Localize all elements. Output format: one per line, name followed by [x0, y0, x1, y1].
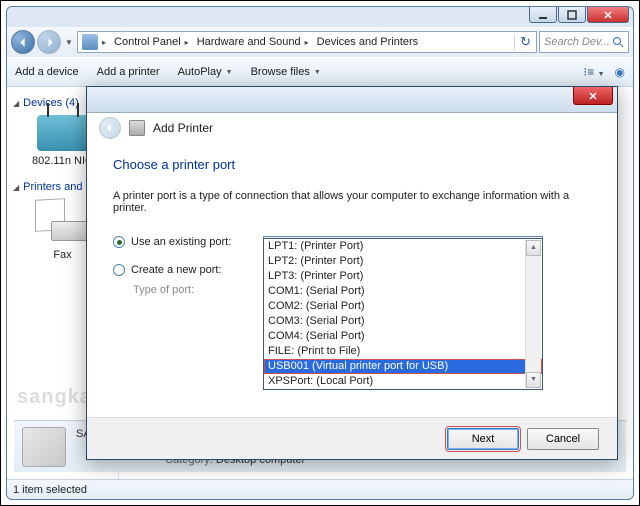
location-icon	[82, 34, 98, 50]
router-icon	[37, 115, 89, 151]
create-new-port-label: Create a new port:	[131, 264, 222, 276]
scroll-down-button[interactable]: ▼	[526, 372, 541, 388]
port-option[interactable]: USB001 (Virtual printer port for USB)	[264, 359, 542, 374]
maximize-button[interactable]	[558, 7, 586, 23]
add-printer-button[interactable]: Add a printer	[97, 66, 160, 78]
search-icon	[612, 36, 624, 48]
fax-icon	[35, 199, 91, 245]
window-titlebar	[7, 7, 633, 27]
nav-bar: ▼ ▸ Control Panel▸ Hardware and Sound▸ D…	[7, 27, 633, 57]
dialog-heading: Choose a printer port	[113, 157, 591, 172]
dialog-title: Add Printer	[153, 121, 213, 135]
crumb-hardware-sound[interactable]: Hardware and Sound	[197, 36, 301, 48]
refresh-button[interactable]: ↻	[514, 34, 536, 50]
close-button[interactable]	[587, 7, 629, 23]
port-option[interactable]: XPSPort: (Local Port)	[264, 374, 542, 389]
cancel-button[interactable]: Cancel	[527, 428, 599, 450]
help-button[interactable]: ◉	[615, 65, 625, 79]
status-bar: 1 item selected	[7, 479, 633, 499]
search-placeholder: Search Dev...	[544, 36, 610, 48]
port-option[interactable]: LPT1: (Printer Port)	[264, 239, 542, 254]
port-option[interactable]: COM4: (Serial Port)	[264, 329, 542, 344]
port-option[interactable]: COM1: (Serial Port)	[264, 284, 542, 299]
create-new-port-radio[interactable]	[113, 264, 125, 276]
browse-files-button[interactable]: Browse files▼	[251, 66, 321, 78]
add-device-button[interactable]: Add a device	[15, 66, 79, 78]
port-option[interactable]: LPT3: (Printer Port)	[264, 269, 542, 284]
port-option[interactable]: COM3: (Serial Port)	[264, 314, 542, 329]
forward-button[interactable]	[37, 30, 61, 54]
view-options-button[interactable]: ⁝≡ ▼	[583, 65, 604, 79]
minimize-button[interactable]	[529, 7, 557, 23]
crumb-devices-printers[interactable]: Devices and Printers	[317, 36, 419, 48]
port-option[interactable]: COM2: (Serial Port)	[264, 299, 542, 314]
type-of-port-label: Type of port:	[113, 284, 263, 296]
port-option[interactable]: LPT2: (Printer Port)	[264, 254, 542, 269]
add-printer-dialog: Add Printer Choose a printer port A prin…	[86, 86, 618, 460]
status-text: 1 item selected	[13, 484, 87, 496]
port-listbox[interactable]: LPT1: (Printer Port)LPT2: (Printer Port)…	[263, 238, 543, 390]
use-existing-port-radio[interactable]	[113, 236, 125, 248]
dialog-back-button[interactable]	[99, 117, 121, 139]
use-existing-port-label: Use an existing port:	[131, 236, 231, 248]
nav-history-dropdown[interactable]: ▼	[63, 38, 75, 47]
back-button[interactable]	[11, 30, 35, 54]
scroll-up-button[interactable]: ▲	[526, 240, 541, 256]
search-input[interactable]: Search Dev...	[539, 31, 629, 53]
breadcrumb[interactable]: ▸ Control Panel▸ Hardware and Sound▸ Dev…	[77, 31, 537, 53]
command-bar: Add a device Add a printer AutoPlay▼ Bro…	[7, 57, 633, 87]
listbox-scrollbar[interactable]: ▲ ▼	[525, 240, 541, 388]
crumb-control-panel[interactable]: Control Panel	[114, 36, 181, 48]
dialog-description: A printer port is a type of connection t…	[113, 190, 591, 214]
dialog-titlebar	[87, 87, 617, 113]
dialog-close-button[interactable]	[573, 87, 613, 105]
computer-icon	[22, 427, 66, 467]
printer-icon	[129, 120, 145, 136]
port-option[interactable]: FILE: (Print to File)	[264, 344, 542, 359]
next-button[interactable]: Next	[447, 428, 519, 450]
autoplay-button[interactable]: AutoPlay▼	[178, 66, 233, 78]
